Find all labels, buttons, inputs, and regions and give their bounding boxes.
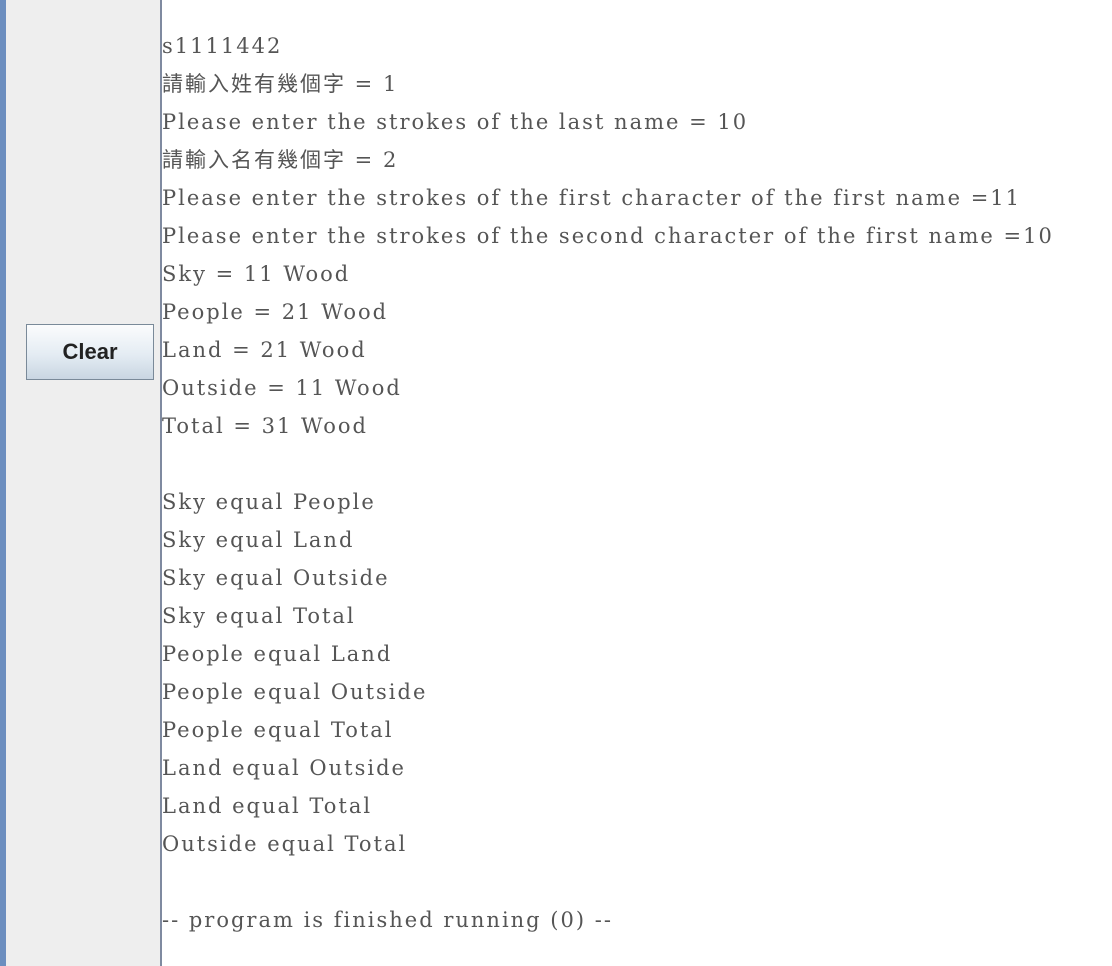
console-line: People equal Total bbox=[162, 718, 394, 742]
console-line: Please enter the strokes of the first ch… bbox=[162, 186, 1022, 210]
console-line: 請輸入名有幾個字 = 2 bbox=[162, 148, 399, 172]
console-line: Land = 21 Wood bbox=[162, 338, 367, 362]
console-line: Please enter the strokes of the last nam… bbox=[162, 110, 749, 134]
side-panel: Clear bbox=[6, 0, 160, 966]
console-status-line: -- program is finished running (0) -- bbox=[162, 908, 613, 932]
console-blank-line bbox=[162, 863, 1054, 901]
console-lines: s1111442 請輸入姓有幾個字 = 1 Please enter the s… bbox=[162, 27, 1054, 939]
console-line: Total = 31 Wood bbox=[162, 414, 368, 438]
console-line: People equal Outside bbox=[162, 680, 428, 704]
console-line: Sky equal People bbox=[162, 490, 376, 514]
console-line: Outside = 11 Wood bbox=[162, 376, 402, 400]
console-output-area[interactable]: s1111442 請輸入姓有幾個字 = 1 Please enter the s… bbox=[162, 0, 1112, 966]
console-line: People = 21 Wood bbox=[162, 300, 389, 324]
console-line: s1111442 bbox=[162, 34, 283, 58]
console-line: Land equal Total bbox=[162, 794, 373, 818]
console-line: 請輸入姓有幾個字 = 1 bbox=[162, 72, 399, 96]
console-blank-line bbox=[162, 445, 1054, 483]
console-line: Sky equal Total bbox=[162, 604, 356, 628]
console-line: Sky = 11 Wood bbox=[162, 262, 351, 286]
console-line: Outside equal Total bbox=[162, 832, 408, 856]
console-line: Sky equal Land bbox=[162, 528, 355, 552]
console-line: Land equal Outside bbox=[162, 756, 406, 780]
console-line: People equal Land bbox=[162, 642, 393, 666]
console-line: Please enter the strokes of the second c… bbox=[162, 224, 1054, 248]
clear-button[interactable]: Clear bbox=[26, 324, 154, 380]
console-line: Sky equal Outside bbox=[162, 566, 390, 590]
